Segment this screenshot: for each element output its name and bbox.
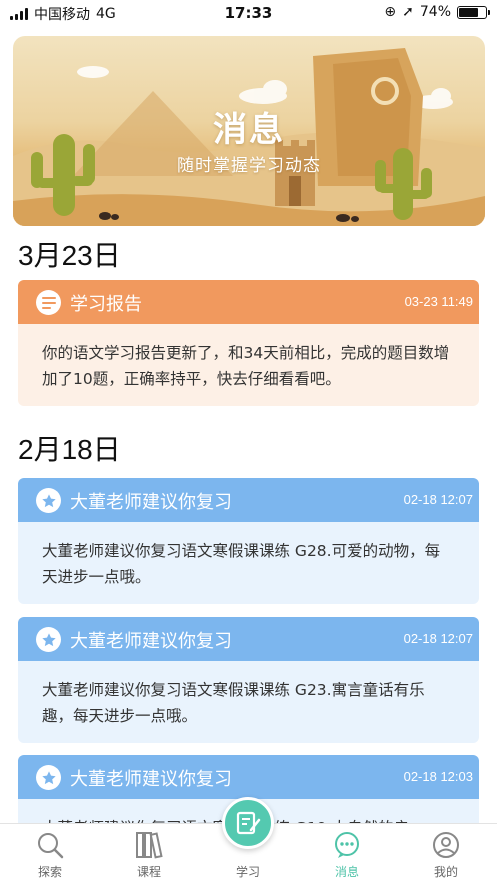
battery-icon [457,5,490,19]
message-time: 03-23 11:49 [404,294,473,309]
message-time: 02-18 12:07 [403,631,473,646]
tab-label: 学习 [235,865,260,879]
books-icon [136,832,163,859]
message-title: 学习报告 [70,294,142,315]
study-icon [236,811,261,835]
tab-label: 我的 [433,865,458,879]
message-list[interactable]: 3月23日 学习报告 03-23 11:49 你的语文学习报告更新了，和34天前… [0,228,497,823]
search-icon [38,833,64,859]
signal-icon [10,8,28,20]
message-card-report[interactable]: 学习报告 03-23 11:49 你的语文学习报告更新了，和34天前相比，完成的… [18,280,479,406]
message-title: 大董老师建议你复习 [70,631,232,652]
header-banner: 消息 随时掌握学习动态 [13,36,485,226]
tab-label: 探索 [37,865,62,879]
status-bar: 中国移动 4G 17:33 ⊕ ➚ 74% [0,0,497,26]
message-title: 大董老师建议你复习 [70,769,232,790]
message-card-header: 大董老师建议你复习 02-18 12:07 [18,478,479,522]
message-time: 02-18 12:07 [403,492,473,507]
tab-label: 消息 [334,865,359,879]
study-fab-button[interactable] [222,797,274,849]
message-body: 大董老师建议你复习语文寒假课课练 G23.寓言童话有乐趣，每天进步一点哦。 [18,661,479,743]
page-subtitle: 随时掌握学习动态 [177,156,321,176]
tab-explore[interactable]: 探索 [15,830,85,880]
chat-icon [335,832,359,858]
tab-messages[interactable]: 消息 [312,830,382,880]
star-icon [36,488,61,513]
message-title: 大董老师建议你复习 [70,492,232,513]
star-icon [36,627,61,652]
message-card-suggestion[interactable]: 大董老师建议你复习 02-18 12:07 大董老师建议你复习语文寒假课课练 G… [18,478,479,604]
star-icon [36,765,61,790]
profile-icon [433,832,459,858]
message-card-header: 大董老师建议你复习 02-18 12:07 [18,617,479,661]
list-icon [36,290,61,315]
tab-courses[interactable]: 课程 [114,830,184,880]
carrier-label: 中国移动 [34,7,90,23]
page-title: 消息 [213,110,285,150]
message-card-header: 大董老师建议你复习 02-18 12:03 [18,755,479,799]
date-heading: 2月18日 [18,434,121,465]
message-body: 你的语文学习报告更新了，和34天前相比，完成的题目数增加了10题，正确率持平，快… [18,324,479,406]
location-icon: ➚ [402,4,414,20]
battery-percent: 74% [419,4,451,20]
message-card-header: 学习报告 03-23 11:49 [18,280,479,324]
network-label: 4G [96,6,116,22]
date-heading: 3月23日 [18,240,121,271]
tab-profile[interactable]: 我的 [411,830,481,880]
message-body: 大董老师建议你复习语文寒假课课练 G28.可爱的动物，每天进步一点哦。 [18,522,479,604]
orientation-lock-icon: ⊕ [384,4,397,20]
message-time: 02-18 12:03 [403,769,473,784]
tab-label: 课程 [136,865,161,879]
message-card-suggestion[interactable]: 大董老师建议你复习 02-18 12:07 大董老师建议你复习语文寒假课课练 G… [18,617,479,743]
